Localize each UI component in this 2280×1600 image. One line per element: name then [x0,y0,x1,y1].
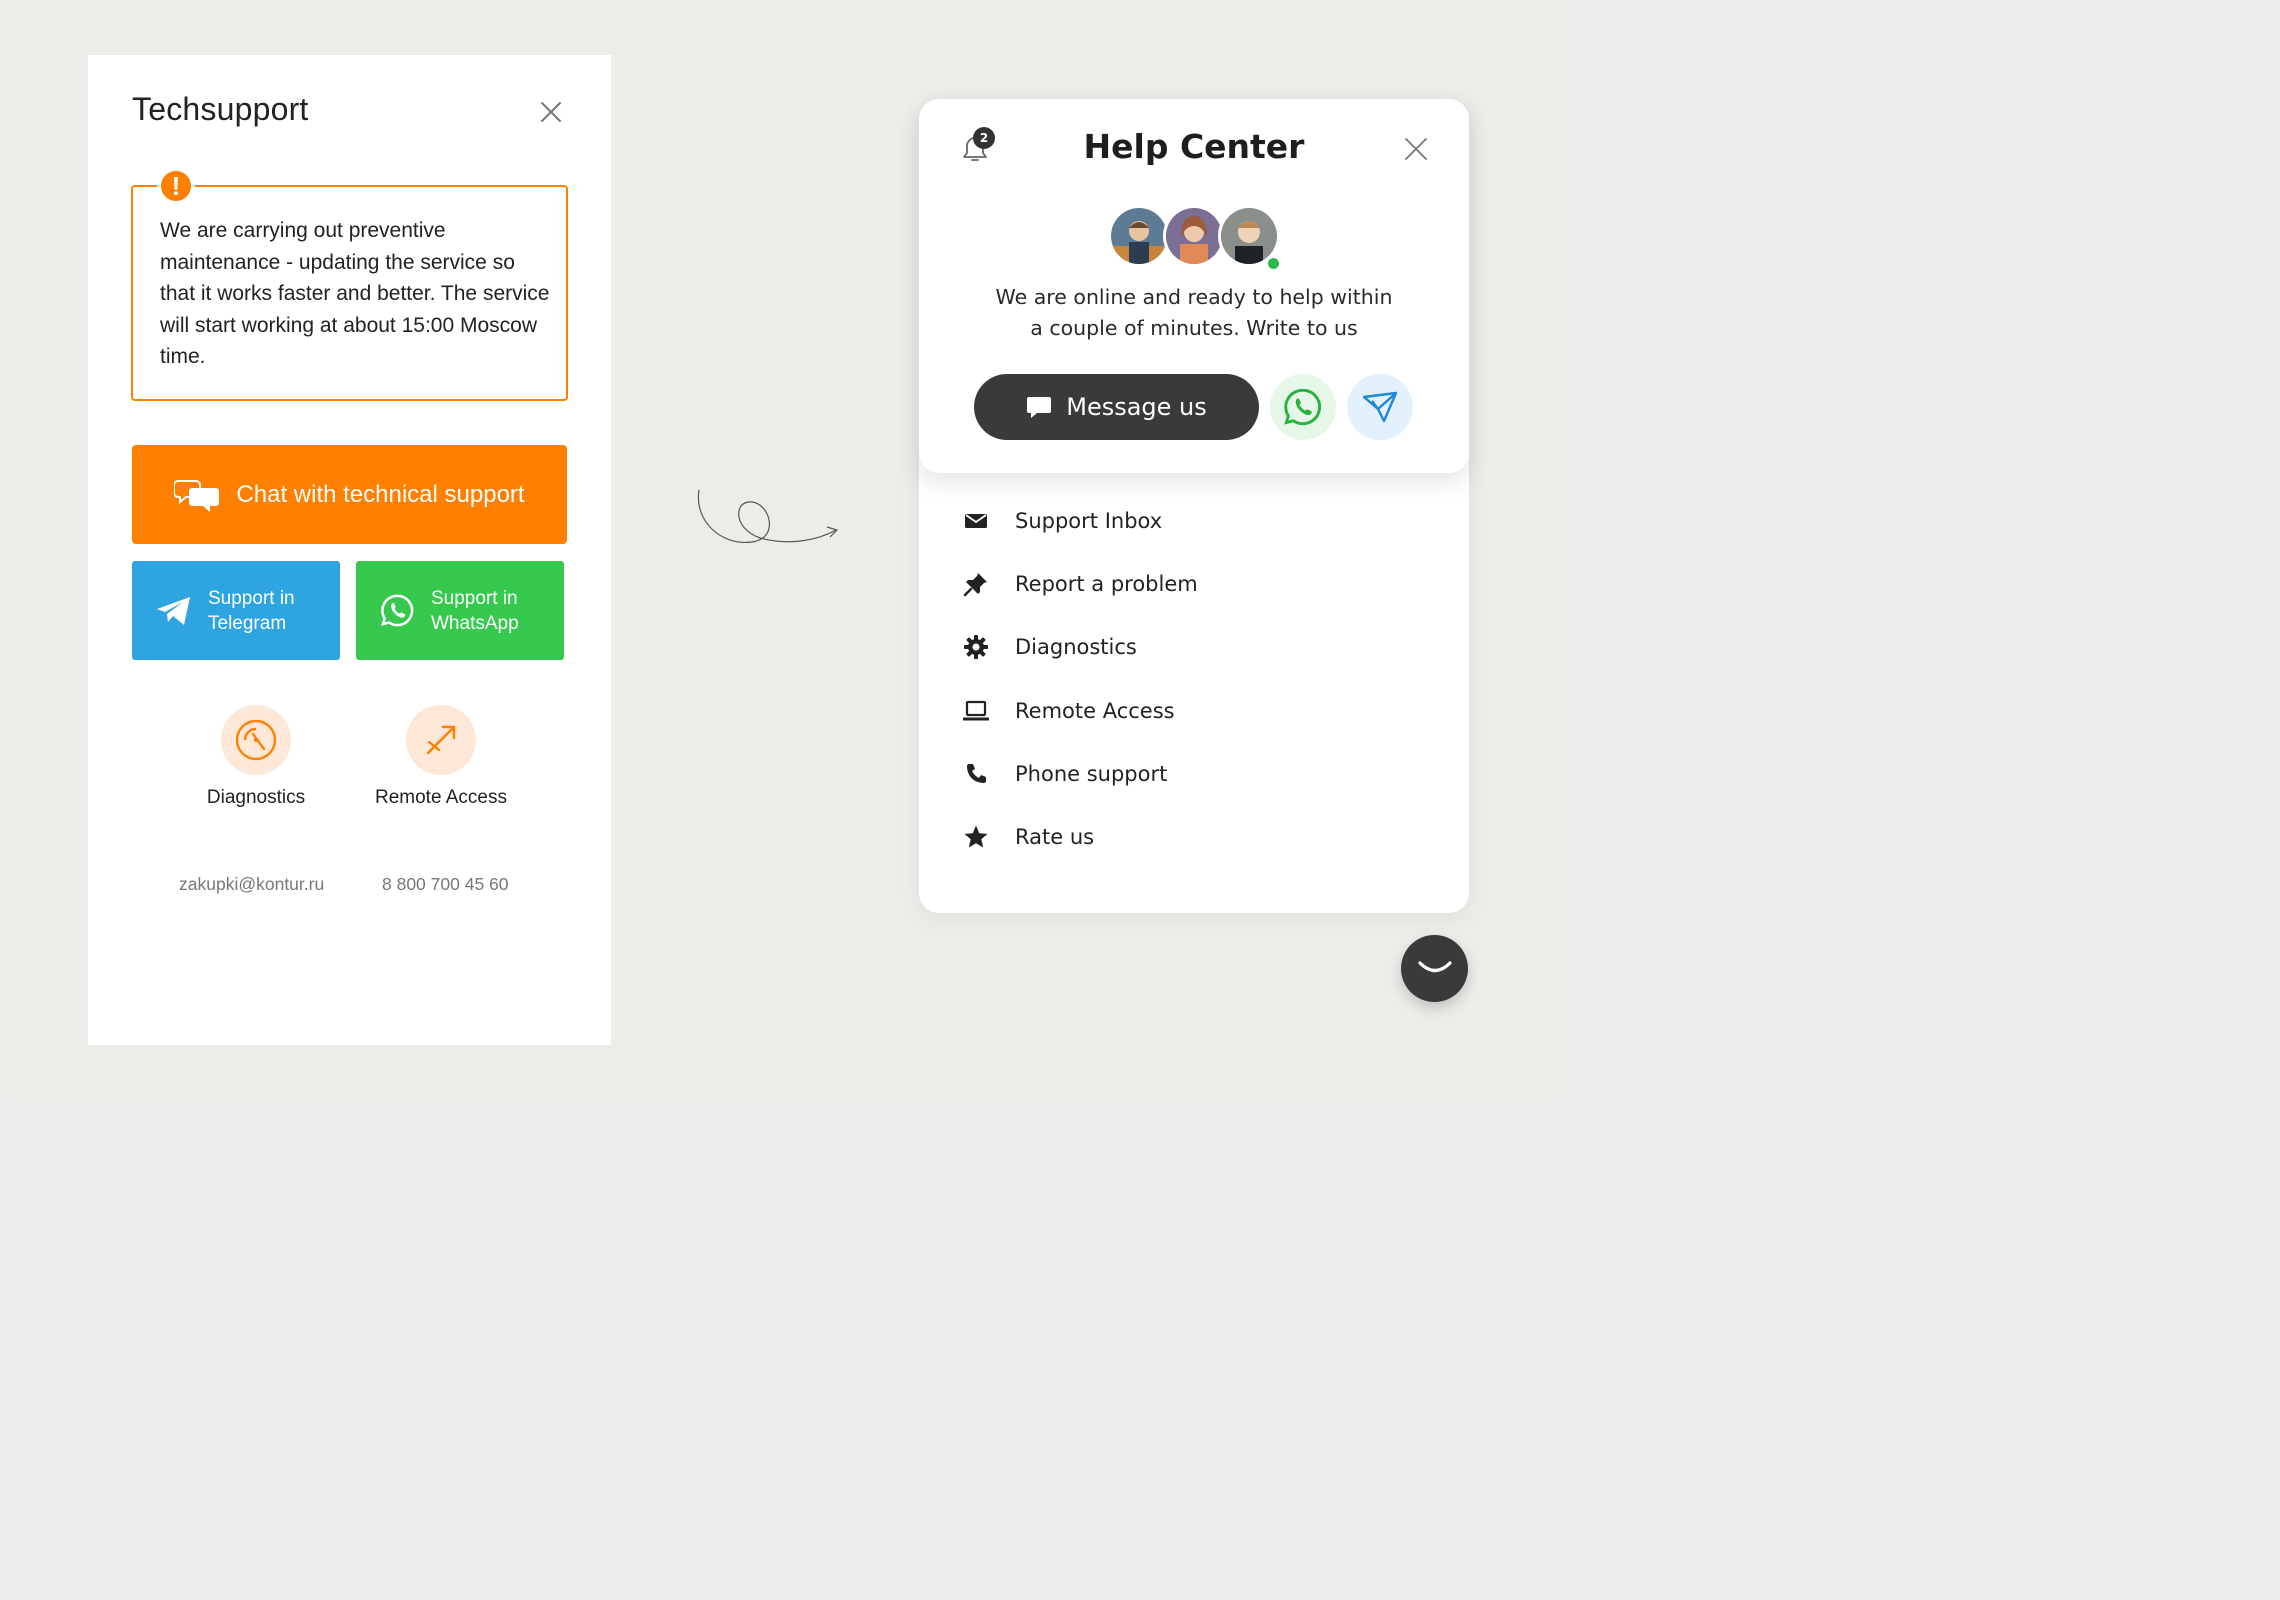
diagnostics-label: Diagnostics [206,787,306,808]
whatsapp-icon [1284,388,1322,426]
message-us-button[interactable]: Message us [974,374,1259,440]
telegram-label-line2: Telegram [208,612,287,634]
whatsapp-button[interactable] [1270,374,1336,440]
whatsapp-label-line2: WhatsApp [431,612,519,634]
chat-bubble-icon [1027,397,1052,418]
availability-line2: a couple of minutes. Write to us [1030,316,1358,340]
diagnostics-icon [221,705,291,775]
help-center-title: Help Center [1083,127,1305,166]
menu-item-diagnostics[interactable]: Diagnostics [959,616,1429,679]
panel-title: Techsupport [132,91,309,127]
remote-access-label: Remote Access [375,787,507,808]
avatar [1163,205,1225,267]
menu-item-label: Report a problem [1015,571,1198,596]
chat-support-button[interactable]: Chat with technical support [132,445,567,544]
chat-bubbles-icon [174,479,220,512]
whatsapp-support-button[interactable]: Support in WhatsApp [356,561,564,660]
telegram-icon [157,596,190,625]
diagnostics-tool[interactable]: Diagnostics [171,705,341,809]
pin-icon [959,567,993,601]
star-icon [959,820,993,854]
menu-item-support-inbox[interactable]: Support Inbox [959,489,1429,552]
exclamation-icon: ! [157,167,195,205]
telegram-label-line1: Support in [208,587,295,609]
whatsapp-label-line1: Support in [431,587,518,609]
menu-item-label: Support Inbox [1015,508,1163,533]
telegram-icon [1362,391,1398,423]
menu-item-phone-support[interactable]: Phone support [959,742,1429,805]
menu-item-label: Diagnostics [1015,635,1137,660]
availability-line1: We are online and ready to help within [995,285,1393,309]
online-status-dot [1265,255,1282,272]
chat-support-label: Chat with technical support [236,480,525,508]
phone-icon [959,757,993,791]
menu-item-rate-us[interactable]: Rate us [959,805,1429,868]
telegram-support-button[interactable]: Support in Telegram [132,561,340,660]
gear-icon [959,630,993,664]
menu-item-label: Phone support [1015,761,1168,786]
help-menu: Support Inbox Report a problem Diagnosti… [959,489,1429,869]
availability-message: We are online and ready to help within a… [919,282,1469,344]
remote-access-tool[interactable]: Remote Access [356,705,526,809]
telegram-button[interactable] [1347,374,1413,440]
whatsapp-icon [381,594,414,627]
laptop-icon [959,694,993,728]
help-center-header-card: 2 Help Center We are online and ready to… [919,99,1469,473]
agent-avatars [1108,205,1282,272]
notice-text: We are carrying out preventive maintenan… [160,219,550,368]
close-icon[interactable] [1403,136,1429,162]
menu-item-label: Rate us [1015,825,1095,850]
avatar [1108,205,1170,267]
collapse-widget-button[interactable] [1401,935,1468,1002]
chevron-down-icon [1417,960,1452,972]
curly-arrow-icon [697,489,839,543]
help-center-widget: 2 Help Center We are online and ready to… [919,99,1469,913]
support-email[interactable]: zakupki@kontur.ru [179,874,324,895]
menu-item-remote-access[interactable]: Remote Access [959,679,1429,742]
menu-item-label: Remote Access [1015,698,1175,723]
remote-access-icon [406,705,476,775]
close-icon[interactable] [539,100,563,124]
maintenance-notice: ! We are carrying out preventive mainten… [131,167,568,401]
message-us-label: Message us [1066,393,1207,421]
envelope-icon [959,504,993,538]
support-phone[interactable]: 8 800 700 45 60 [382,874,509,895]
menu-item-report-problem[interactable]: Report a problem [959,552,1429,615]
techsupport-panel: Techsupport ! We are carrying out preven… [88,55,611,1045]
